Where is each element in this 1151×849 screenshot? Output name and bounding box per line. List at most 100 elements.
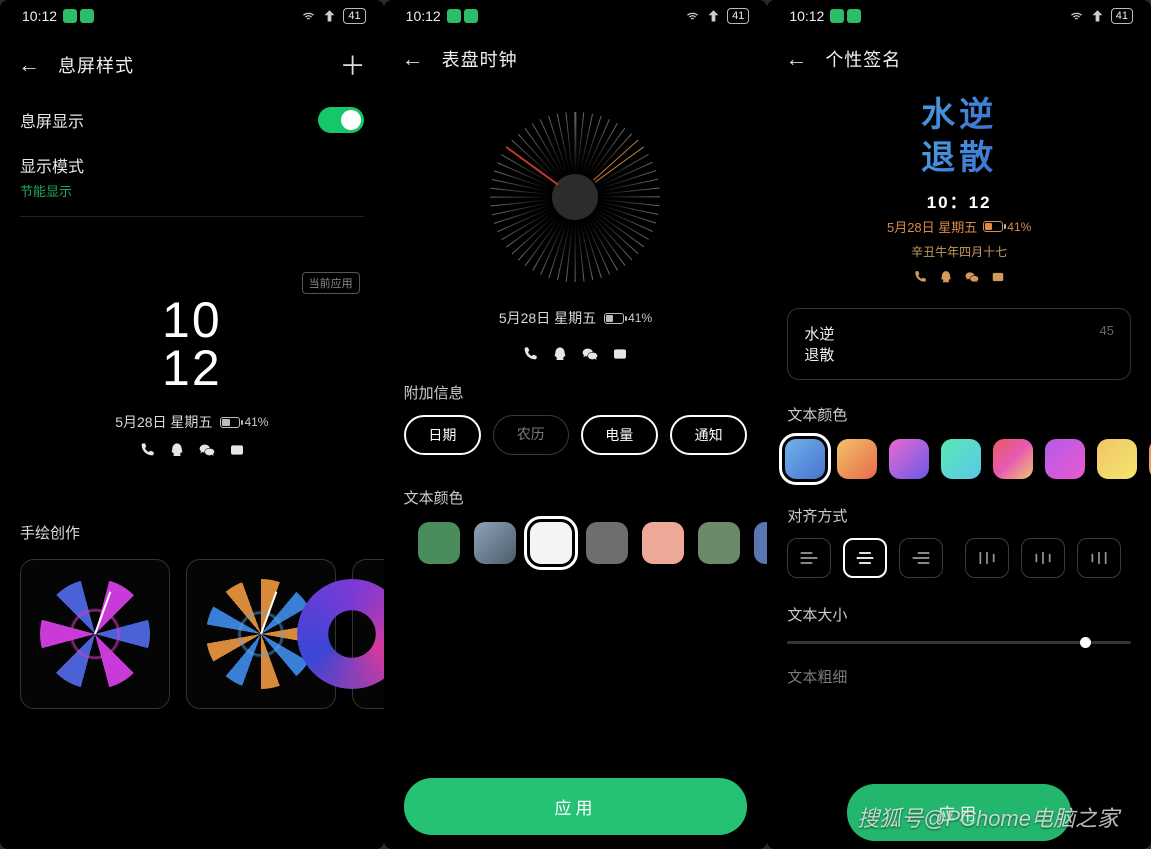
gradient-swatch[interactable] [1097,439,1137,479]
battery-indicator: 41 [1111,8,1133,24]
vertical-center-button[interactable] [1021,538,1065,578]
aod-toggle-row[interactable]: 息屏显示 [0,93,384,147]
current-applied-badge: 当前应用 [302,272,360,294]
gradient-swatches [767,425,1151,493]
color-swatch[interactable] [586,522,628,564]
align-left-button[interactable] [787,538,831,578]
color-swatch[interactable] [698,522,740,564]
signature-char-remaining: 45 [1100,323,1114,338]
extra-info-pills: 日期 农历 电量 通知 [384,403,768,467]
display-mode-row[interactable]: 显示模式 节能显示 [0,147,384,212]
text-color-label: 文本颜色 [767,404,1151,425]
hand-drawn-gallery [0,547,384,721]
text-color-label: 文本颜色 [384,487,768,508]
gradient-swatch[interactable] [785,439,825,479]
status-time: 10:12 [406,8,441,24]
color-swatch[interactable] [642,522,684,564]
signature-input-value: 水逆 退散 [804,323,834,365]
wechat-icon [199,442,215,458]
gradient-swatch[interactable] [1045,439,1085,479]
display-mode-label: 显示模式 [20,153,84,177]
vertical-left-button[interactable] [965,538,1009,578]
gradient-swatch[interactable] [941,439,981,479]
gradient-swatch[interactable] [889,439,929,479]
back-button[interactable]: ← [785,46,807,72]
preview-lunar: 辛丑牛年四月十七 [911,243,1007,260]
analog-dial-preview [490,112,660,282]
aod-preview: 10 12 5月28日 星期五 41% [0,297,384,458]
align-right-button[interactable] [899,538,943,578]
preview-hour: 10 [162,297,222,345]
preview-notification-icons [139,442,245,458]
status-badge-2 [464,9,478,23]
back-button[interactable]: ← [18,52,40,78]
screen-signature: 10:12 41 ← 个性签名 水逆 退散 10：12 [767,0,1151,849]
wifi-icon [1069,9,1084,24]
size-label: 文本大小 [767,604,1151,625]
kaleidoscope-icon [40,579,150,689]
apply-button[interactable]: 应用 [404,778,748,835]
preview-minute: 12 [162,345,222,393]
status-bar: 10:12 41 [384,0,768,32]
screen-aod-style: 10:12 41 ← 息屏样式 ＋ 息屏显示 [0,0,384,849]
page-title: 息屏样式 [58,52,134,78]
qq-icon [169,442,185,458]
sms-icon [991,270,1005,284]
preview-battery: 41% [604,311,652,325]
signature-input[interactable]: 水逆 退散 45 [787,308,1131,380]
gradient-swatch[interactable] [837,439,877,479]
pill-lunar[interactable]: 农历 [493,415,568,455]
preview-date: 5月28日 星期五 [115,412,212,432]
screen-dial-clock: 10:12 41 ← 表盘时钟 5月28日 星期五 [384,0,768,849]
weight-label: 文本粗细 [767,666,1151,687]
qq-icon [552,346,568,362]
apply-button[interactable]: 应用 [847,784,1071,841]
preview-date: 5月28日 星期五 [887,217,977,236]
back-button[interactable]: ← [402,46,424,72]
section-hand-drawn: 手绘创作 [0,518,384,547]
color-swatch[interactable] [754,522,768,564]
align-center-button[interactable] [843,538,887,578]
sms-icon [612,346,628,362]
signature-line1: 水逆 [921,96,997,135]
preview-notification-icons [913,270,1005,284]
preview-date: 5月28日 星期五 [499,308,596,328]
preview-battery: 41% [220,415,268,429]
status-badge-1 [63,9,77,23]
vertical-right-button[interactable] [1077,538,1121,578]
pill-notify[interactable]: 通知 [670,415,747,455]
status-bar: 10:12 41 [0,0,384,32]
wifi-icon [685,9,700,24]
preview-notification-icons [522,346,628,362]
pill-battery[interactable]: 电量 [581,415,658,455]
color-swatch[interactable] [530,522,572,564]
page-title: 表盘时钟 [442,46,518,72]
color-swatch[interactable] [418,522,460,564]
page-title: 个性签名 [825,46,901,72]
header: ← 表盘时钟 [384,32,768,82]
extra-info-label: 附加信息 [384,382,768,403]
align-row [767,526,1151,590]
gradient-swatch[interactable] [993,439,1033,479]
text-size-slider[interactable] [787,641,1131,644]
preview-time: 10：12 [927,188,992,213]
status-badge-2 [80,9,94,23]
gallery-item-3[interactable] [352,559,384,709]
status-badge-1 [447,9,461,23]
aod-toggle-switch[interactable] [318,107,364,133]
signature-line2: 退散 [921,139,997,178]
phone-icon [522,346,538,362]
status-bar: 10:12 41 [767,0,1151,32]
status-time: 10:12 [789,8,824,24]
color-swatch[interactable] [474,522,516,564]
header: ← 息屏样式 ＋ [0,32,384,93]
gallery-item-1[interactable] [20,559,170,709]
battery-indicator: 41 [727,8,749,24]
add-button[interactable]: ＋ [340,46,366,83]
battery-indicator: 41 [343,8,365,24]
status-badge-2 [847,9,861,23]
signature-preview: 水逆 退散 10：12 5月28日 星期五 41% 辛丑牛年四月十七 [767,96,1151,284]
align-label: 对齐方式 [767,505,1151,526]
pill-date[interactable]: 日期 [404,415,481,455]
sms-icon [229,442,245,458]
